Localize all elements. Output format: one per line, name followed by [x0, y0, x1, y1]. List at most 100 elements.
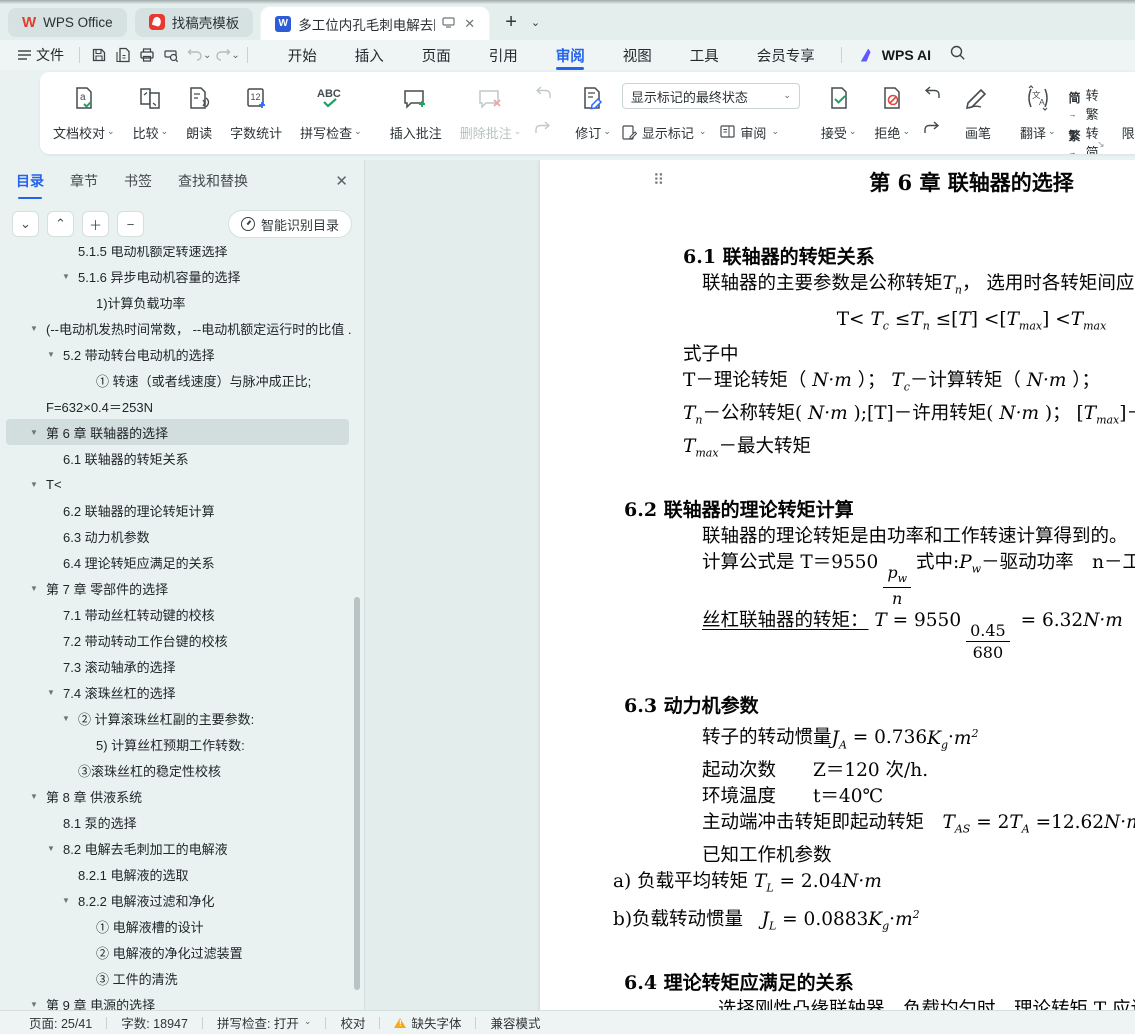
accept-button[interactable]: 接受 ⌄: [812, 79, 866, 147]
traditional-to-simplified-button[interactable]: 繁→ 转简: [1069, 123, 1099, 154]
toc-item[interactable]: ▼ 8.2 电解去毛刺加工的电解液: [6, 835, 351, 861]
track-changes-button[interactable]: 修订 ⌄: [566, 79, 620, 147]
toc-item[interactable]: ▼ 第 9 章 电源的选择: [6, 991, 351, 1011]
toc-item[interactable]: 8.1 泵的选择: [6, 809, 351, 835]
insert-comment-button[interactable]: 插入批注: [381, 79, 451, 147]
sidebar-tab-2[interactable]: 章节: [70, 167, 98, 195]
sidebar-close-icon[interactable]: ✕: [335, 172, 348, 190]
missing-font-warning[interactable]: 缺失字体: [380, 1013, 475, 1032]
export-pdf-icon[interactable]: [111, 44, 135, 66]
quickbar-more-chevron-icon[interactable]: ⌄: [231, 50, 239, 61]
toc-item[interactable]: 7.1 带动丝杠转动键的校核: [6, 601, 351, 627]
menu-item-6[interactable]: 视图: [604, 40, 671, 70]
menu-item-5[interactable]: 审阅: [537, 40, 604, 70]
collapse-triangle-icon[interactable]: ▼: [30, 480, 38, 489]
pen-button[interactable]: 画笔: [955, 79, 1001, 147]
toc-item[interactable]: ▼ 5.2 带动转台电动机的选择: [6, 341, 351, 367]
dialog-launcher-icon[interactable]: ↘: [1097, 139, 1105, 150]
toc-item[interactable]: ▼ 第 7 章 零部件的选择: [6, 575, 351, 601]
toc-item[interactable]: ▼ 第 8 章 供液系统: [6, 783, 351, 809]
screen-share-icon[interactable]: [442, 16, 455, 31]
toc-item[interactable]: ▼ ② 计算滚珠丝杠副的主要参数:: [6, 705, 351, 731]
collapse-triangle-icon[interactable]: ▼: [30, 1000, 38, 1009]
toc-item[interactable]: ③ 工件的清洗: [6, 965, 351, 991]
docer-template-tab[interactable]: 找稿壳模板: [134, 7, 254, 37]
markup-state-select[interactable]: 显示标记的最终状态 ⌄: [621, 83, 800, 109]
toc-item[interactable]: 6.4 理论转矩应满足的关系: [6, 549, 351, 575]
toc-item[interactable]: F=632×0.4＝253N: [6, 393, 351, 419]
next-revision-icon[interactable]: [923, 120, 941, 140]
next-comment-icon[interactable]: [534, 120, 552, 140]
spell-check-button[interactable]: ABC 拼写检查 ⌄: [291, 79, 371, 147]
print-icon[interactable]: [135, 44, 159, 66]
show-markup-button[interactable]: 显示标记 ⌄: [622, 123, 706, 142]
previous-comment-icon[interactable]: [534, 85, 552, 105]
compare-button[interactable]: 比较 ⌄: [124, 79, 178, 147]
collapse-triangle-icon[interactable]: ▼: [62, 714, 70, 723]
collapse-triangle-icon[interactable]: ▼: [30, 792, 38, 801]
toc-item[interactable]: 5.1.5 电动机额定转速选择: [6, 246, 351, 263]
menu-item-3[interactable]: 页面: [403, 40, 470, 70]
collapse-triangle-icon[interactable]: ▼: [30, 428, 38, 437]
print-preview-icon[interactable]: [159, 44, 183, 66]
document-tab-active[interactable]: W 多工位内孔毛刺电解去除机床椎 ✕: [261, 6, 490, 41]
toc-item[interactable]: 7.3 滚动轴承的选择: [6, 653, 351, 679]
toc-item[interactable]: 1)计算负载功率: [6, 289, 351, 315]
promote-button[interactable]: ＋: [82, 211, 109, 237]
translate-button[interactable]: 文A 翻译 ⌄: [1011, 79, 1065, 147]
toc-item[interactable]: 7.2 带动转动工作台键的校核: [6, 627, 351, 653]
menu-item-7[interactable]: 工具: [671, 40, 738, 70]
collapse-all-button[interactable]: ⌃: [47, 211, 74, 237]
toc-item[interactable]: ▼ 7.4 滚珠丝杠的选择: [6, 679, 351, 705]
delete-comment-button[interactable]: 删除批注 ⌄: [451, 79, 531, 147]
toc-item[interactable]: 6.3 动力机参数: [6, 523, 351, 549]
toc-item[interactable]: ③滚珠丝杠的稳定性校核: [6, 757, 351, 783]
smart-toc-button[interactable]: 智能识别目录: [227, 210, 352, 238]
toc-item[interactable]: 8.2.1 电解液的选取: [6, 861, 351, 887]
spellcheck-status[interactable]: 拼写检查: 打开 ⌄: [203, 1013, 326, 1032]
menu-item-2[interactable]: 插入: [336, 40, 403, 70]
new-tab-button[interactable]: +: [497, 12, 525, 32]
collapse-triangle-icon[interactable]: ▼: [47, 350, 55, 359]
proofing-status[interactable]: 校对: [326, 1013, 379, 1032]
simplified-to-traditional-button[interactable]: 简→ 转繁: [1069, 85, 1099, 123]
demote-button[interactable]: −: [117, 211, 144, 237]
toc-item[interactable]: ▼ 8.2.2 电解液过滤和净化: [6, 887, 351, 913]
menu-item-1[interactable]: 开始: [269, 40, 336, 70]
file-menu-button[interactable]: 文件: [10, 45, 72, 65]
collapse-triangle-icon[interactable]: ▼: [47, 688, 55, 697]
toc-item[interactable]: 6.2 联轴器的理论转矩计算: [6, 497, 351, 523]
previous-revision-icon[interactable]: [923, 85, 941, 105]
collapse-triangle-icon[interactable]: ▼: [62, 896, 70, 905]
read-aloud-button[interactable]: 朗读: [177, 79, 221, 147]
review-pane-button[interactable]: 审阅 ⌄: [720, 123, 779, 142]
close-tab-icon[interactable]: ✕: [464, 16, 475, 32]
toc-item[interactable]: 6.1 联轴器的转矩关系: [6, 445, 351, 471]
collapse-triangle-icon[interactable]: ▼: [30, 324, 38, 333]
toc-item[interactable]: ▼ (--电动机发热时间常数， --电动机额定运行时的比值 ...: [6, 315, 351, 341]
menu-item-8[interactable]: 会员专享: [738, 40, 834, 70]
toc-item[interactable]: 5) 计算丝杠预期工作转数:: [6, 731, 351, 757]
sidebar-tab-3[interactable]: 书签: [124, 167, 152, 195]
search-icon[interactable]: [949, 44, 966, 66]
doc-proofing-button[interactable]: a 文档校对 ⌄: [44, 79, 124, 147]
sidebar-scrollbar-thumb[interactable]: [354, 597, 360, 990]
undo-chevron-icon[interactable]: ⌄: [203, 50, 211, 61]
save-icon[interactable]: [87, 44, 111, 66]
toc-item-selected[interactable]: ▼ 第 6 章 联轴器的选择: [6, 419, 349, 445]
reject-button[interactable]: 拒绝 ⌄: [865, 79, 919, 147]
tab-list-chevron-icon[interactable]: ⌄: [525, 16, 546, 29]
menu-item-4[interactable]: 引用: [470, 40, 537, 70]
expand-all-button[interactable]: ⌄: [12, 211, 39, 237]
toc-item[interactable]: ② 电解液的净化过滤装置: [6, 939, 351, 965]
toc-item[interactable]: ▼ T<: [6, 471, 351, 497]
sidebar-tab-1[interactable]: 目录: [16, 167, 44, 199]
sidebar-tab-4[interactable]: 查找和替换: [178, 167, 248, 195]
page-indicator[interactable]: 页面: 25/41: [15, 1013, 106, 1032]
document-page[interactable]: ⠿ 第 6 章 联轴器的选择 6.1 联轴器的转矩关系 联轴器的主要参数是公称转矩T…: [540, 160, 1135, 1010]
toc-item[interactable]: ① 电解液槽的设计: [6, 913, 351, 939]
word-count-button[interactable]: 12 字数统计: [221, 79, 291, 147]
paragraph-drag-handle-icon[interactable]: ⠿: [653, 171, 665, 189]
restrict-editing-button[interactable]: 限制编辑: [1113, 79, 1135, 147]
collapse-triangle-icon[interactable]: ▼: [47, 844, 55, 853]
